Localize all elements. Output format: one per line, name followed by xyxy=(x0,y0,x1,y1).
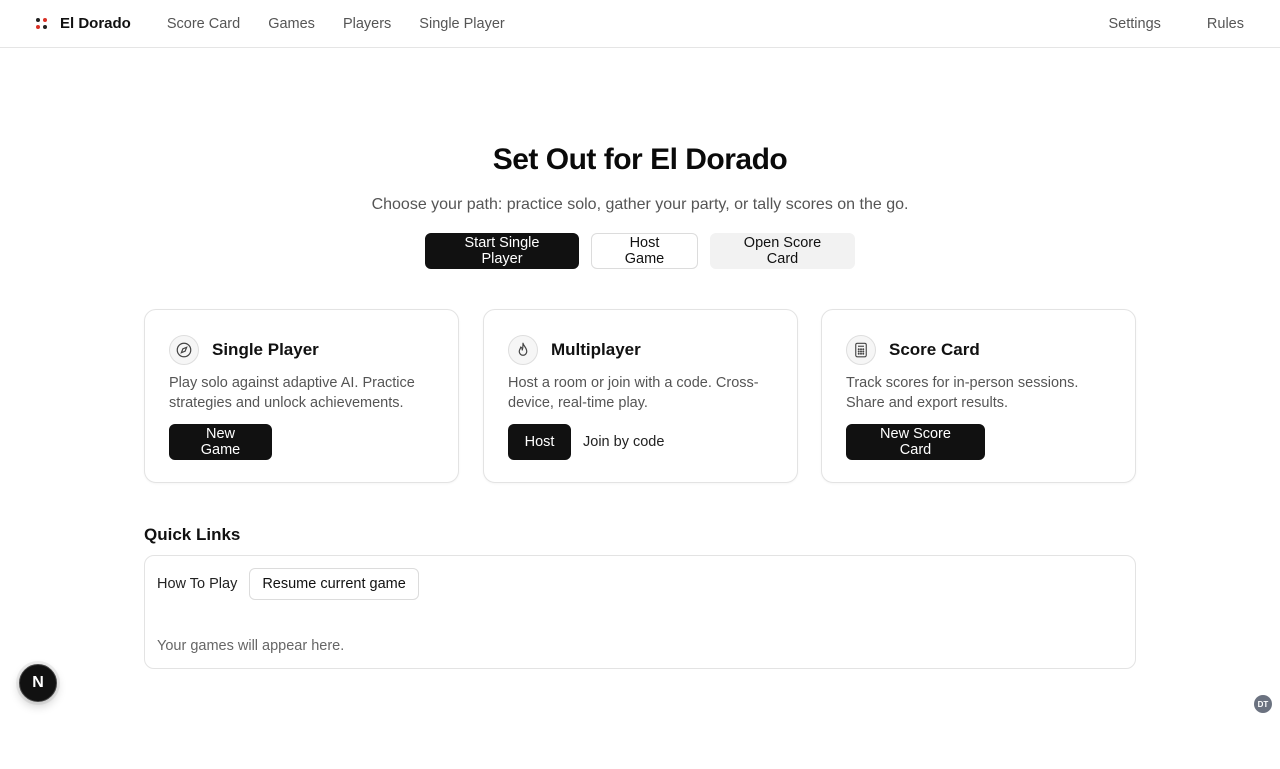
start-single-player-button[interactable]: Start Single Player xyxy=(425,233,579,269)
calculator-icon xyxy=(846,335,876,365)
resume-current-game-button[interactable]: Resume current game xyxy=(249,568,419,600)
nav-item-players[interactable]: Players xyxy=(343,16,391,32)
main-nav: Score Card Games Players Single Player xyxy=(167,16,505,32)
single-player-card: Single Player Play solo against adaptive… xyxy=(144,309,459,483)
new-game-button[interactable]: New Game xyxy=(169,424,272,460)
nav-item-games[interactable]: Games xyxy=(268,16,315,32)
page-title: Set Out for El Dorado xyxy=(492,143,788,176)
nav-item-rules[interactable]: Rules xyxy=(1207,16,1244,32)
score-card-card: Score Card Track scores for in-person se… xyxy=(821,309,1136,483)
card-description: Track scores for in-person sessions. Sha… xyxy=(846,375,1079,411)
nav-item-score-card[interactable]: Score Card xyxy=(167,16,240,32)
quick-links-heading: Quick Links xyxy=(144,525,241,544)
next-dev-indicator-button[interactable]: N xyxy=(19,664,57,702)
compass-icon xyxy=(169,335,199,365)
quick-links-panel: How To Play Resume current game Your gam… xyxy=(144,555,1136,669)
card-title: Multiplayer xyxy=(551,340,641,359)
logo-icon xyxy=(36,17,48,30)
card-description: Play solo against adaptive AI. Practice … xyxy=(169,375,415,411)
card-title: Score Card xyxy=(889,340,980,359)
open-score-card-button[interactable]: Open Score Card xyxy=(710,233,855,269)
page-subtitle: Choose your path: practice solo, gather … xyxy=(371,196,909,213)
join-by-code-button[interactable]: Join by code xyxy=(571,424,676,460)
empty-games-message: Your games will appear here. xyxy=(157,638,345,654)
brand[interactable]: El Dorado xyxy=(36,15,131,32)
brand-title: El Dorado xyxy=(60,15,131,32)
host-button[interactable]: Host xyxy=(508,424,571,460)
nav-item-settings[interactable]: Settings xyxy=(1109,16,1161,32)
new-score-card-button[interactable]: New Score Card xyxy=(846,424,985,460)
card-description: Host a room or join with a code. Cross-d… xyxy=(508,375,759,411)
card-title: Single Player xyxy=(212,340,319,359)
nav-item-single-player[interactable]: Single Player xyxy=(419,16,504,32)
how-to-play-link[interactable]: How To Play xyxy=(157,576,237,592)
secondary-nav: Settings Rules xyxy=(1109,0,1244,48)
host-game-button[interactable]: Host Game xyxy=(591,233,698,269)
hero-actions: Start Single Player Host Game Open Score… xyxy=(0,233,1280,269)
fab-letter: N xyxy=(32,674,44,691)
flame-icon xyxy=(508,335,538,365)
multiplayer-card: Multiplayer Host a room or join with a c… xyxy=(483,309,798,483)
top-navigation-bar: El Dorado Score Card Games Players Singl… xyxy=(0,0,1280,48)
mode-cards: Single Player Play solo against adaptive… xyxy=(144,309,1136,483)
devtools-badge[interactable]: DT xyxy=(1254,695,1272,713)
